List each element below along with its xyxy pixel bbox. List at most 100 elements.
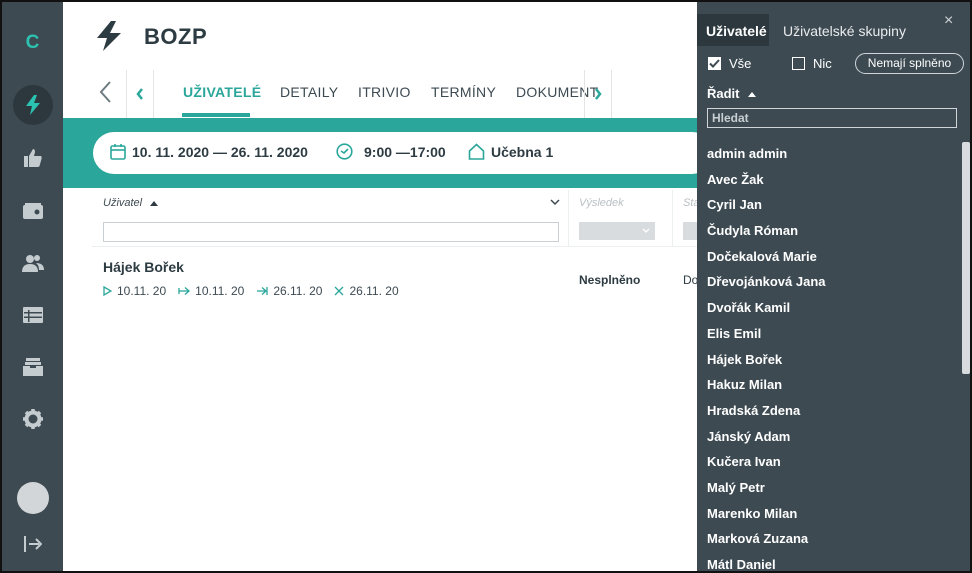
sort-label: Řadit <box>707 86 740 101</box>
inbox-icon <box>22 358 43 376</box>
column-divider <box>672 190 673 246</box>
clock-icon <box>336 143 353 160</box>
date-entered-value: 10.11. 20 <box>195 284 245 298</box>
user-list-item[interactable]: Cyril Jan <box>707 197 826 223</box>
checkmark-icon <box>709 59 720 68</box>
user-filter-input[interactable] <box>103 222 559 242</box>
check-all[interactable]: Vše <box>708 56 751 71</box>
header-divider <box>92 246 698 247</box>
user-list-item[interactable]: Avec Žak <box>707 172 826 198</box>
close-icon <box>335 286 344 296</box>
column-user-label: Uživatel <box>103 197 143 209</box>
users-icon <box>21 255 44 272</box>
user-list-item[interactable]: Mátl Daniel <box>707 557 826 571</box>
column-divider <box>568 190 569 246</box>
scrollbar[interactable] <box>962 142 970 374</box>
chevron-right-icon <box>595 88 602 100</box>
nav-thumbs-up[interactable] <box>2 138 63 178</box>
left-nav: C <box>2 2 63 571</box>
date-start: 10.11. 20 <box>103 284 166 298</box>
active-tab-indicator <box>182 113 250 117</box>
check-all-label: Vše <box>729 56 752 71</box>
not-done-button[interactable]: Nemají splněno <box>855 53 964 74</box>
row-user-name[interactable]: Hájek Bořek <box>103 259 184 275</box>
nav-table[interactable] <box>2 295 63 335</box>
avatar[interactable] <box>17 482 49 514</box>
check-none-label: Nic <box>813 56 832 71</box>
calendar-icon <box>110 144 126 160</box>
tab-terms[interactable]: TERMÍNY <box>431 84 496 100</box>
user-list-item[interactable]: Čudyla Róman <box>707 223 826 249</box>
user-list-item[interactable]: Kučera Ivan <box>707 454 826 480</box>
check-none[interactable]: Nic <box>792 56 832 71</box>
nav-logout[interactable] <box>2 524 63 564</box>
date-completed-value: 26.11. 20 <box>273 284 323 298</box>
user-list-item[interactable]: Malý Petr <box>707 480 826 506</box>
user-list-item[interactable]: Elis Emil <box>707 326 826 352</box>
user-list-item[interactable]: Dvořák Kamil <box>707 300 826 326</box>
tab-users[interactable]: UŽIVATELÉ <box>183 84 261 100</box>
date-completed: 26.11. 20 <box>256 284 322 298</box>
arrow-right-icon <box>178 287 191 295</box>
user-list-item[interactable]: Marenko Milan <box>707 506 826 532</box>
panel-tab-users[interactable]: Uživatelé <box>697 14 769 46</box>
date-entered: 10.11. 20 <box>178 284 244 298</box>
column-result[interactable]: Výsledek <box>579 197 624 209</box>
gear-icon <box>22 409 43 429</box>
sort-asc-icon <box>150 200 159 206</box>
tab-details[interactable]: DETAILY <box>280 84 338 100</box>
status-filter-select[interactable] <box>683 222 697 240</box>
sort-toggle[interactable]: Řadit <box>707 86 756 101</box>
back-button[interactable] <box>98 80 118 110</box>
page-title: BOZP <box>144 24 208 49</box>
chevron-down-icon <box>642 228 650 233</box>
users-filter-panel: Uživatelé Uživatelské skupiny × Vše Nic … <box>697 2 970 571</box>
user-list-item[interactable]: admin admin <box>707 146 826 172</box>
event-location: Učebna 1 <box>491 144 554 160</box>
user-list-item[interactable]: Dočekalová Marie <box>707 249 826 275</box>
card-icon <box>22 203 43 219</box>
nav-lightning[interactable] <box>2 85 63 125</box>
column-user[interactable]: Uživatel <box>103 197 159 209</box>
panel-tab-groups[interactable]: Uživatelské skupiny <box>783 23 906 39</box>
user-list-item[interactable]: Hakuz Milan <box>707 377 826 403</box>
panel-search-input[interactable] <box>707 108 957 128</box>
nav-card[interactable] <box>2 191 63 231</box>
tabs-scroll-left[interactable] <box>126 70 154 118</box>
nav-settings[interactable] <box>2 399 63 439</box>
user-list: admin admin Avec Žak Cyril Jan Čudyla Róman… <box>707 146 826 571</box>
row-dates: 10.11. 20 10.11. 20 26.11. 20 26.11. 20 <box>103 284 411 298</box>
play-icon <box>103 286 112 296</box>
chevron-down-icon[interactable] <box>550 199 560 206</box>
logout-icon <box>23 536 42 552</box>
arrow-to-end-icon <box>257 287 268 295</box>
app-logo[interactable]: C <box>2 32 63 54</box>
nav-inbox[interactable] <box>2 347 63 387</box>
table-icon <box>22 307 43 323</box>
date-start-value: 10.11. 20 <box>117 284 167 298</box>
chevron-left-icon <box>136 88 143 100</box>
nav-active-bubble <box>12 85 53 125</box>
date-end-value: 26.11. 20 <box>349 284 399 298</box>
user-list-item[interactable]: Hájek Bořek <box>707 352 826 378</box>
user-list-item[interactable]: Jánský Adam <box>707 429 826 455</box>
date-end: 26.11. 20 <box>334 284 399 298</box>
sort-asc-icon <box>747 92 756 98</box>
row-result: Nesplněno <box>579 273 641 287</box>
checkbox-unchecked[interactable] <box>792 57 805 70</box>
thumbs-up-icon <box>23 149 42 167</box>
checkbox-checked[interactable] <box>708 57 721 70</box>
result-filter-select[interactable] <box>579 222 655 240</box>
tab-itrivio[interactable]: ITRIVIO <box>358 84 411 100</box>
event-date-range: 10. 11. 2020 — 26. 11. 2020 <box>132 144 308 160</box>
user-list-item[interactable]: Dřevojánková Jana <box>707 274 826 300</box>
home-icon <box>468 143 485 160</box>
nav-users[interactable] <box>2 243 63 283</box>
user-list-item[interactable]: Marková Zuzana <box>707 531 826 557</box>
lightning-icon <box>25 95 40 115</box>
chevron-left-icon <box>99 81 111 103</box>
close-icon[interactable]: × <box>944 12 953 30</box>
app-frame: C BOZP UŽIVATELÉ DETAILY ITRIVIO TERMÍNY… <box>0 0 972 573</box>
user-list-item[interactable]: Hradská Zdena <box>707 403 826 429</box>
tabs-scroll-right[interactable] <box>584 70 612 118</box>
